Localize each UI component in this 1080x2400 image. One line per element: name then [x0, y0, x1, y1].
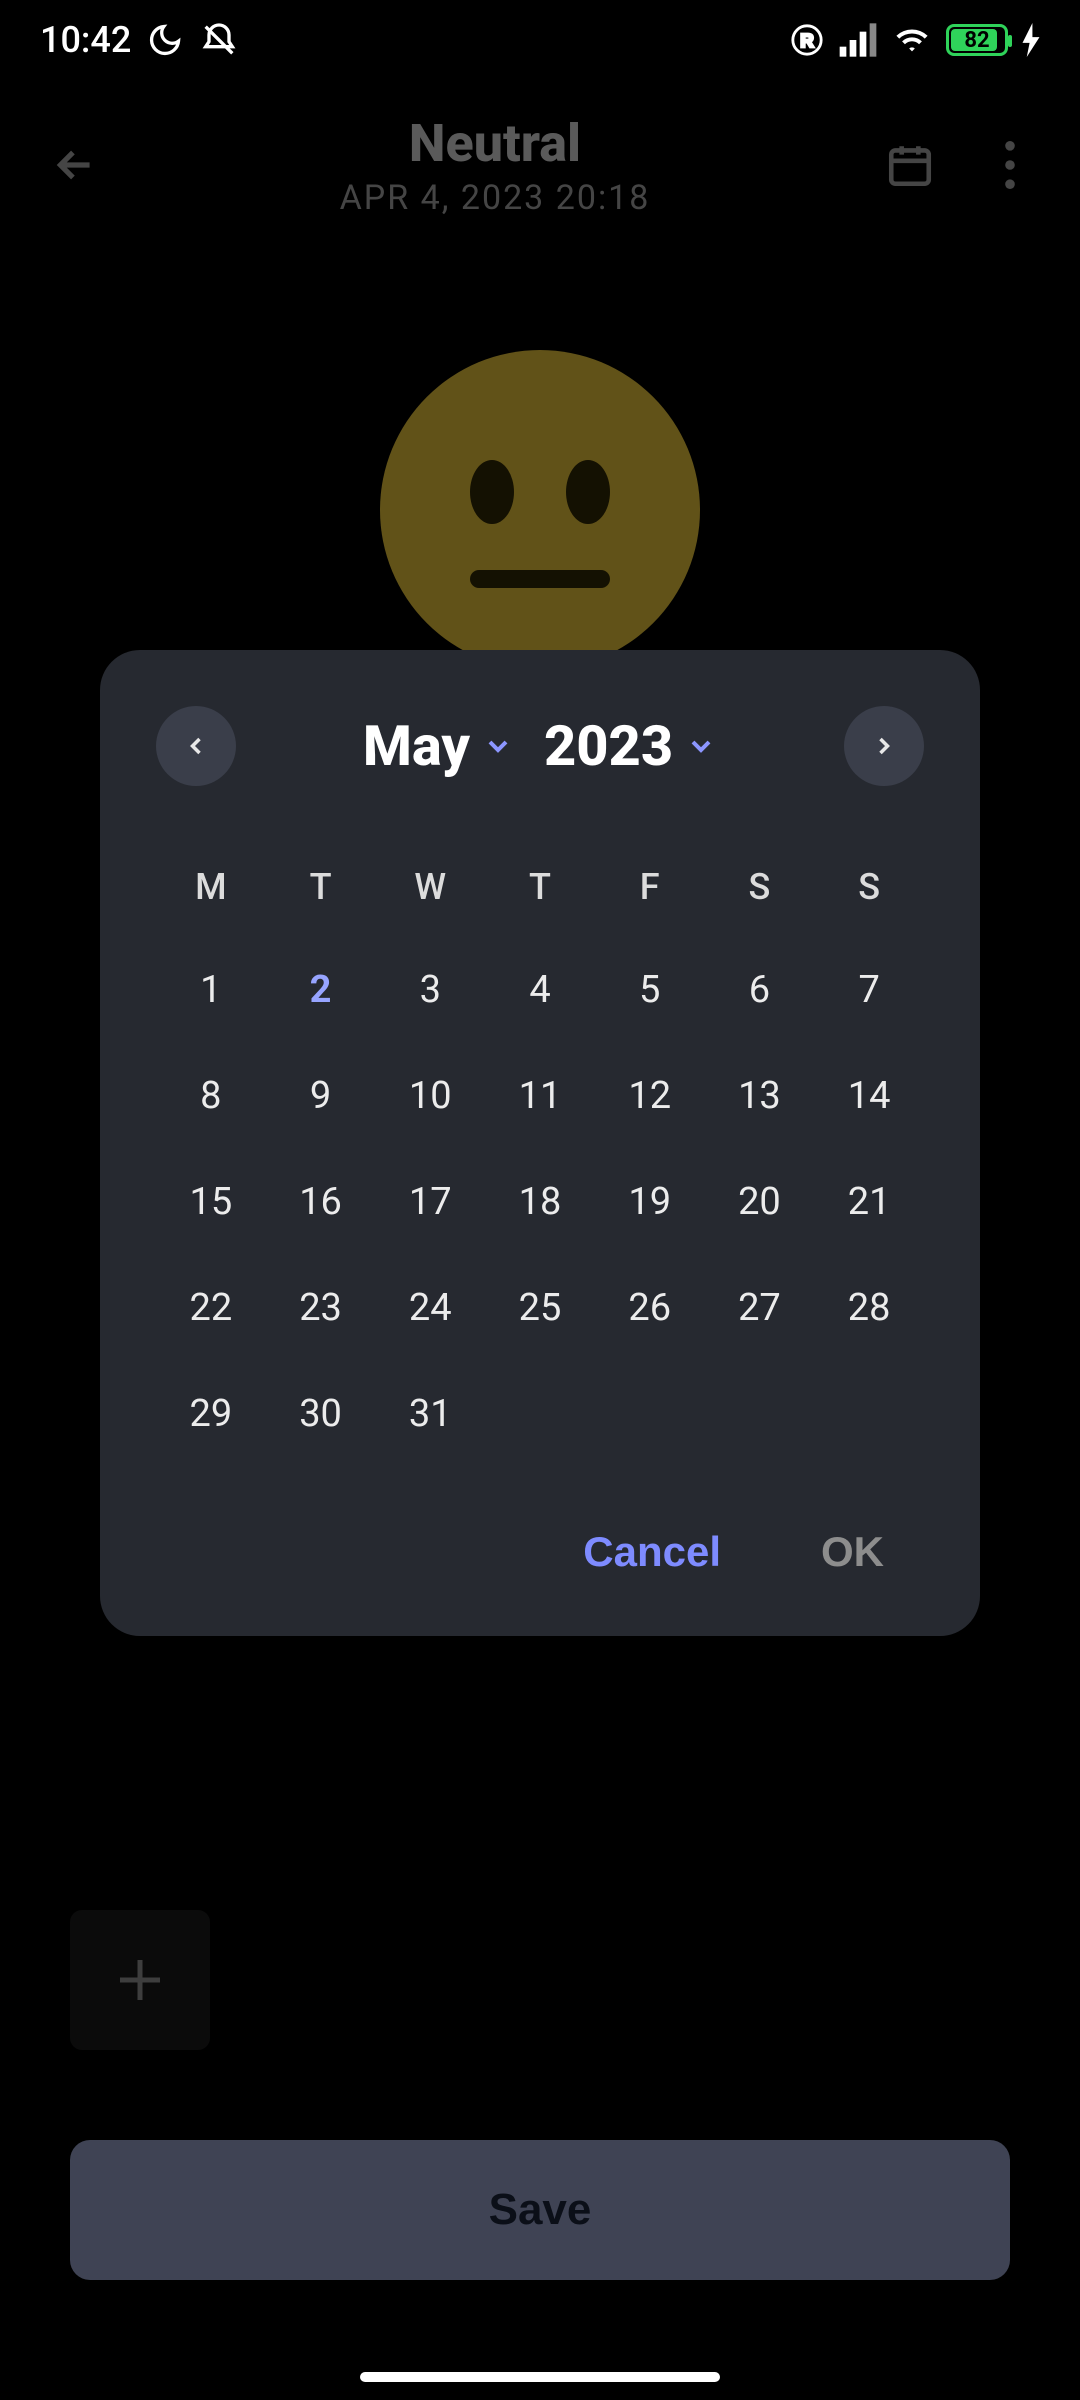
calendar-day[interactable]: 7	[814, 966, 924, 1014]
calendar-day[interactable]: 12	[595, 1072, 705, 1120]
calendar-day[interactable]: 17	[375, 1178, 485, 1226]
add-button[interactable]	[70, 1910, 210, 2050]
page-subtitle: APR 4, 2023 20:18	[110, 178, 880, 218]
day-of-week-header: F	[595, 866, 705, 908]
calendar-button[interactable]	[880, 135, 940, 195]
month-selector[interactable]: May	[363, 713, 514, 779]
more-button[interactable]	[980, 135, 1040, 195]
calendar-day	[485, 1390, 595, 1438]
day-of-week-header: W	[375, 866, 485, 908]
calendar-day[interactable]: 10	[375, 1072, 485, 1120]
calendar-day[interactable]: 30	[266, 1390, 376, 1438]
moon-icon	[147, 22, 183, 58]
charging-icon	[1022, 23, 1040, 57]
prev-month-button[interactable]	[156, 706, 236, 786]
mute-icon	[199, 20, 239, 60]
chevron-down-icon	[482, 730, 514, 762]
wifi-icon	[892, 23, 932, 57]
svg-text:R: R	[800, 30, 813, 51]
mood-face	[0, 350, 1080, 670]
day-of-week-header: S	[705, 866, 815, 908]
page-title: Neutral	[110, 113, 880, 174]
home-indicator[interactable]	[360, 2372, 720, 2382]
back-button[interactable]	[40, 130, 110, 200]
calendar-day	[814, 1390, 924, 1438]
calendar-day[interactable]: 6	[705, 966, 815, 1014]
calendar-day[interactable]: 14	[814, 1072, 924, 1120]
calendar-day[interactable]: 11	[485, 1072, 595, 1120]
day-of-week-header: T	[485, 866, 595, 908]
calendar-day[interactable]: 16	[266, 1178, 376, 1226]
calendar-day	[595, 1390, 705, 1438]
calendar-grid: MTWTFSS123456789101112131415161718192021…	[156, 866, 924, 1438]
app-header: Neutral APR 4, 2023 20:18	[0, 90, 1080, 240]
calendar-day[interactable]: 21	[814, 1178, 924, 1226]
day-of-week-header: M	[156, 866, 266, 908]
chevron-down-icon	[685, 730, 717, 762]
calendar-day[interactable]: 1	[156, 966, 266, 1014]
registered-icon: R	[790, 23, 824, 57]
calendar-day[interactable]: 28	[814, 1284, 924, 1332]
calendar-day[interactable]: 3	[375, 966, 485, 1014]
save-button[interactable]: Save	[70, 2140, 1010, 2280]
calendar-day[interactable]: 9	[266, 1072, 376, 1120]
status-bar: 10:42 R 82	[0, 0, 1080, 80]
battery-indicator: 82	[946, 24, 1008, 56]
signal-icon	[838, 23, 878, 57]
calendar-day[interactable]: 5	[595, 966, 705, 1014]
calendar-day[interactable]: 20	[705, 1178, 815, 1226]
calendar-day[interactable]: 15	[156, 1178, 266, 1226]
calendar-day[interactable]: 23	[266, 1284, 376, 1332]
calendar-day[interactable]: 8	[156, 1072, 266, 1120]
day-of-week-header: S	[814, 866, 924, 908]
calendar-day[interactable]: 18	[485, 1178, 595, 1226]
date-picker-dialog: May 2023 MTWTFSS123456789101112131415161…	[100, 650, 980, 1636]
year-selector[interactable]: 2023	[544, 713, 717, 779]
calendar-day[interactable]: 26	[595, 1284, 705, 1332]
calendar-day[interactable]: 4	[485, 966, 595, 1014]
calendar-day[interactable]: 2	[266, 966, 376, 1014]
calendar-day[interactable]: 19	[595, 1178, 705, 1226]
year-label: 2023	[544, 713, 673, 779]
cancel-button[interactable]: Cancel	[583, 1528, 721, 1576]
calendar-day[interactable]: 25	[485, 1284, 595, 1332]
calendar-day[interactable]: 29	[156, 1390, 266, 1438]
month-label: May	[363, 713, 470, 779]
ok-button[interactable]: OK	[821, 1528, 884, 1576]
calendar-day[interactable]: 13	[705, 1072, 815, 1120]
day-of-week-header: T	[266, 866, 376, 908]
calendar-day[interactable]: 31	[375, 1390, 485, 1438]
calendar-day[interactable]: 24	[375, 1284, 485, 1332]
status-time: 10:42	[40, 19, 131, 61]
calendar-day	[705, 1390, 815, 1438]
next-month-button[interactable]	[844, 706, 924, 786]
calendar-day[interactable]: 22	[156, 1284, 266, 1332]
calendar-day[interactable]: 27	[705, 1284, 815, 1332]
